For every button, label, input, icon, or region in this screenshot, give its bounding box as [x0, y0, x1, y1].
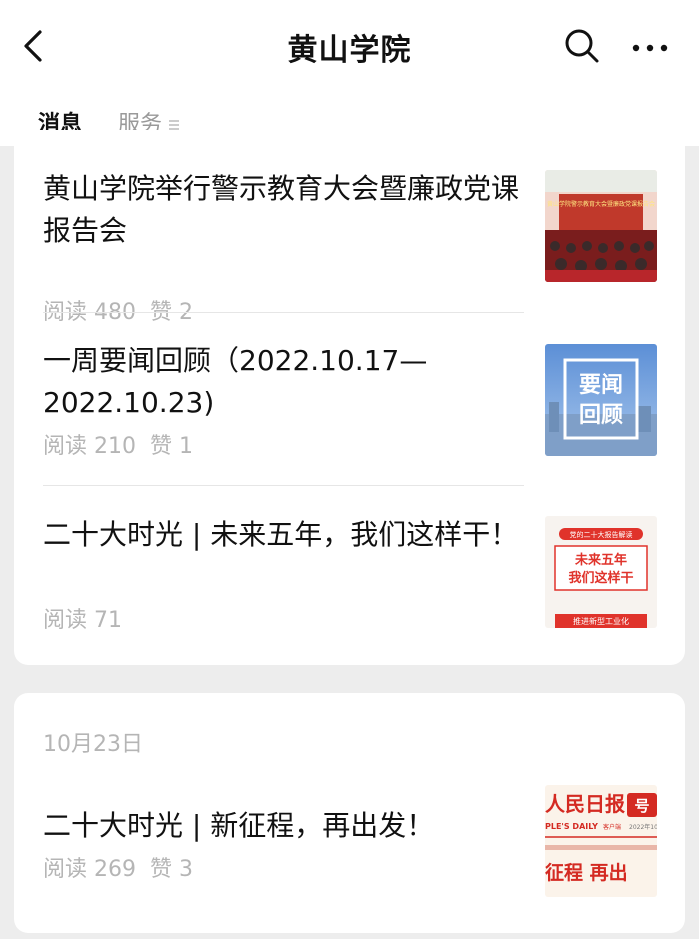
thumb-text-top: 要闻 — [579, 373, 623, 398]
thumb-text-bottom: 回顾 — [579, 403, 623, 428]
search-icon — [565, 29, 599, 63]
article-item[interactable]: 黄山学院举行警示教育大会暨廉政党课报告会 阅读 480 赞 2 黄山学院警示教育大… — [14, 168, 685, 325]
read-count: 阅读 269 — [43, 857, 136, 882]
thumb-text-1: 党的二十大报告解读 — [570, 530, 633, 539]
article-meta: 阅读 210 赞 1 — [43, 428, 207, 460]
thumb-text-3: PLE'S DAILY — [545, 822, 598, 831]
date-label: 10月23日 — [43, 732, 143, 757]
thumb-text-2: 未来五年 — [574, 552, 627, 568]
article-item[interactable]: 二十大时光 | 新征程，再出发！ 阅读 269 赞 3 人民日报 号 PLE'S … — [14, 785, 685, 905]
article-meta: 阅读 269 赞 3 — [43, 851, 207, 883]
like-count: 赞 3 — [150, 857, 193, 882]
thumb-text-1: 人民日报 — [545, 792, 625, 816]
article-thumbnail: 要闻 回顾 — [545, 344, 657, 456]
thumb-text-3: 我们这样干 — [568, 570, 633, 586]
article-title: 一周要闻回顾（2022.10.17—2022.10.23) — [43, 344, 428, 419]
thumb-banner-line-1: 黄山学院警示教育大会暨廉政党课报告会 — [547, 200, 655, 208]
thumb-text-4: 推进新型工业化 — [573, 616, 629, 626]
search-button[interactable] — [562, 26, 602, 66]
article-thumbnail: 党的二十大报告解读 未来五年 我们这样干 推进新型工业化 — [545, 516, 657, 628]
article-title: 二十大时光 | 新征程，再出发！ — [43, 809, 435, 842]
top-bar: 黄山学院 消息 服务 — [0, 0, 699, 146]
divider — [43, 485, 524, 486]
message-group-card: 黄山学院举行警示教育大会暨廉政党课报告会 阅读 480 赞 2 黄山学院警示教育大… — [14, 130, 685, 665]
message-group-card: 10月23日 二十大时光 | 新征程，再出发！ 阅读 269 赞 3 人民日报 号… — [14, 693, 685, 933]
article-title: 二十大时光 | 未来五年，我们这样干！ — [43, 518, 519, 551]
article-meta: 阅读 71 — [43, 602, 136, 634]
article-title: 黄山学院举行警示教育大会暨廉政党课报告会 — [43, 172, 520, 247]
like-count: 赞 1 — [150, 434, 193, 459]
read-count: 阅读 210 — [43, 434, 136, 459]
more-horizontal-icon — [632, 44, 668, 52]
more-button[interactable] — [628, 28, 674, 68]
divider — [43, 312, 524, 313]
thumb-text-6: 征程 再出 — [545, 861, 628, 884]
article-item[interactable]: 一周要闻回顾（2022.10.17—2022.10.23) 阅读 210 赞 1 … — [14, 340, 685, 460]
thumb-text-2: 号 — [634, 797, 649, 815]
thumb-text-4: 客户端 — [603, 823, 621, 831]
read-count: 阅读 71 — [43, 608, 122, 633]
article-thumbnail: 黄山学院警示教育大会暨廉政党课报告会 — [545, 170, 657, 282]
article-meta: 阅读 480 赞 2 — [43, 294, 207, 326]
article-item[interactable]: 二十大时光 | 未来五年，我们这样干！ 阅读 71 党的二十大报告解读 未来五年… — [14, 514, 685, 634]
article-thumbnail: 人民日报 号 PLE'S DAILY 客户端 2022年10 征程 再出 — [545, 785, 657, 897]
thumb-text-5: 2022年10 — [629, 823, 657, 831]
